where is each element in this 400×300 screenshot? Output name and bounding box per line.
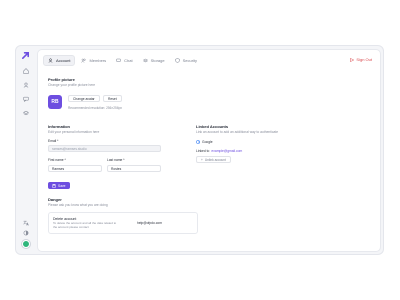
tab-label: Chat xyxy=(124,58,133,63)
linked-prefix: Linked to xyxy=(196,149,210,153)
unlink-account-button[interactable]: + Unlink account xyxy=(196,156,231,163)
app-window: Account Members Chat Storage Security Si… xyxy=(15,45,384,255)
unlink-label: Unlink account xyxy=(204,157,226,162)
danger-subtitle: Please ask you know what you are doing xyxy=(48,203,108,207)
plus-icon: + xyxy=(201,157,203,162)
linked-subtitle: Link an account to add an additional way… xyxy=(196,130,279,134)
linked-to-row: Linked to example@gmail.com xyxy=(196,149,242,153)
shield-icon xyxy=(174,58,180,63)
information-subtitle: Edit your personal information here xyxy=(48,130,100,134)
tab-storage[interactable]: Storage xyxy=(139,55,169,66)
tab-members[interactable]: Members xyxy=(77,55,110,66)
translate-icon[interactable] xyxy=(22,220,29,226)
settings-card: Account Members Chat Storage Security Si… xyxy=(37,49,381,252)
chat-icon xyxy=(116,58,121,62)
tab-label: Account xyxy=(56,58,71,63)
profile-avatar: RB xyxy=(48,95,62,109)
avatar-hint: Recommended resolution: 256×256px xyxy=(68,106,122,110)
tab-label: Members xyxy=(89,58,107,63)
delete-account-description: To delete the account and all the data r… xyxy=(53,221,117,229)
first-name-label: First name * xyxy=(48,158,66,162)
tab-chat[interactable]: Chat xyxy=(112,55,136,66)
logo-icon xyxy=(21,51,30,60)
last-name-label: Last name * xyxy=(107,158,125,162)
home-icon[interactable] xyxy=(21,66,30,75)
avatar[interactable] xyxy=(21,240,30,248)
users-icon xyxy=(81,58,87,63)
reset-avatar-button[interactable]: Reset xyxy=(103,95,122,102)
tab-bar: Account Members Chat Storage Security xyxy=(43,55,201,66)
users-icon[interactable] xyxy=(21,80,30,89)
last-name-field[interactable]: Rostes xyxy=(107,165,161,172)
chat-icon[interactable] xyxy=(21,94,30,103)
sign-out-button[interactable]: Sign Out xyxy=(350,57,372,62)
user-icon xyxy=(48,58,53,63)
tab-security[interactable]: Security xyxy=(171,55,201,66)
theme-icon[interactable] xyxy=(23,230,29,236)
save-button[interactable]: Save xyxy=(48,182,70,189)
google-icon xyxy=(196,140,200,144)
save-label: Save xyxy=(58,183,66,188)
danger-title: Danger xyxy=(48,197,62,202)
change-avatar-button[interactable]: Change avatar xyxy=(68,95,100,102)
side-rail xyxy=(16,46,35,254)
profile-title: Profile picture xyxy=(48,77,75,82)
contact-email[interactable]: help@ofpdo.com xyxy=(137,221,162,225)
email-field[interactable]: ramses@ramses.studio xyxy=(48,145,161,152)
first-name-field[interactable]: Ramses xyxy=(48,165,102,172)
linked-title: Linked Accounts xyxy=(196,124,229,129)
profile-subtitle: Change your profile picture here xyxy=(48,83,96,87)
information-title: Information xyxy=(48,124,70,129)
storage-icon xyxy=(142,58,148,63)
storage-icon[interactable] xyxy=(21,108,30,117)
delete-account-box: Delete account To delete the account and… xyxy=(48,212,198,234)
google-provider: Google xyxy=(196,140,213,144)
tab-label: Security xyxy=(182,58,198,63)
linked-email[interactable]: example@gmail.com xyxy=(211,149,242,153)
provider-name: Google xyxy=(202,140,213,144)
sign-out-icon xyxy=(350,57,355,62)
tab-account[interactable]: Account xyxy=(43,55,76,66)
email-label: Email * xyxy=(48,139,59,143)
tab-label: Storage xyxy=(150,58,165,63)
save-icon xyxy=(52,183,56,188)
sign-out-label: Sign Out xyxy=(356,57,372,62)
